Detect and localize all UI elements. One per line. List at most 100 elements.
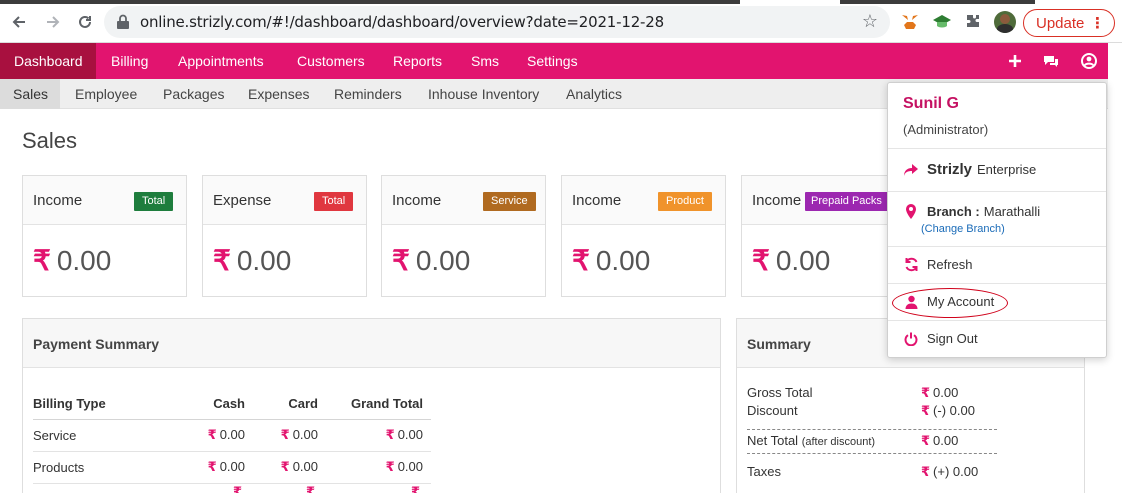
col-billing-type: Billing Type: [33, 389, 183, 420]
card-label: Income: [752, 192, 802, 209]
subnav-employee[interactable]: Employee: [75, 79, 137, 109]
subnav-packages[interactable]: Packages: [163, 79, 224, 109]
brand-edition: Enterprise: [977, 162, 1037, 177]
subnav-reminders[interactable]: Reminders: [334, 79, 402, 109]
share-arrow-icon: [903, 163, 919, 177]
cell-card: 0.00: [292, 459, 318, 474]
profile-avatar[interactable]: [994, 11, 1016, 33]
divider: [747, 429, 997, 430]
rupee-icon: ₹: [392, 245, 410, 276]
table-row: Service ₹0.00 ₹0.00 ₹0.00: [33, 419, 431, 452]
gross-total-label: Gross Total: [747, 385, 813, 400]
update-button[interactable]: Update ⋮: [1023, 9, 1115, 37]
rupee-icon: ₹: [921, 464, 931, 479]
user-info-section: Sunil G (Administrator): [888, 83, 1106, 149]
rupee-icon: ₹: [921, 403, 931, 418]
card-label: Income: [33, 192, 83, 209]
card-label: Income: [572, 192, 622, 209]
card-badge: Product: [658, 192, 712, 211]
card-income-prepaid-packs: Income Prepaid Packs ₹0.00: [741, 175, 906, 297]
address-bar[interactable]: online.strizly.com/#!/dashboard/dashboar…: [104, 6, 890, 38]
col-card: Card: [253, 389, 326, 420]
table-header-row: Billing Type Cash Card Grand Total: [33, 389, 431, 420]
rupee-icon: ₹: [207, 427, 217, 442]
metamask-extension-icon[interactable]: [900, 12, 920, 32]
cell-cash: 0.00: [219, 459, 245, 474]
refresh-label: Refresh: [927, 257, 973, 272]
card-income-service: Income Service ₹0.00: [381, 175, 546, 297]
rupee-icon: ₹: [305, 483, 315, 493]
card-value: 0.00: [595, 245, 651, 276]
forward-icon[interactable]: [42, 11, 64, 33]
nav-appointments[interactable]: Appointments: [178, 43, 264, 79]
payment-summary-panel: Payment Summary Billing Type Cash Card G…: [22, 318, 721, 493]
rupee-icon: ₹: [280, 459, 290, 474]
card-badge: Prepaid Packs: [805, 192, 888, 211]
rupee-icon: ₹: [232, 483, 242, 493]
more-vert-icon[interactable]: ⋮: [1090, 14, 1105, 32]
extension-graduation-icon[interactable]: [932, 12, 952, 32]
rupee-icon: ₹: [921, 433, 931, 448]
cell-cash: 0.00: [219, 427, 245, 442]
rupee-icon: ₹: [213, 245, 231, 276]
sign-out-item[interactable]: Sign Out: [888, 321, 1106, 358]
power-icon: [903, 332, 919, 346]
subnav-sales[interactable]: Sales: [0, 79, 60, 109]
main-nav: Dashboard Billing Appointments Customers…: [0, 43, 1108, 79]
chat-icon[interactable]: [1042, 52, 1060, 70]
branch-label: Branch :: [927, 204, 980, 219]
card-value: 0.00: [56, 245, 112, 276]
plus-icon[interactable]: [1006, 52, 1024, 70]
card-badge: Total: [314, 192, 354, 211]
card-badge: Total: [134, 192, 174, 211]
col-cash: Cash: [183, 389, 253, 420]
rupee-icon: ₹: [207, 459, 217, 474]
card-label: Expense: [213, 192, 272, 209]
rupee-icon: ₹: [385, 459, 395, 474]
nav-billing[interactable]: Billing: [111, 43, 148, 79]
cell-total: 0.00: [397, 459, 423, 474]
refresh-item[interactable]: Refresh: [888, 247, 1106, 284]
taxes-label: Taxes: [747, 464, 781, 479]
user-menu-dropdown: Sunil G (Administrator) Strizly Enterpri…: [887, 82, 1107, 358]
rupee-icon: ₹: [33, 245, 51, 276]
back-icon[interactable]: [8, 11, 30, 33]
card-value: 0.00: [415, 245, 471, 276]
branch-value: Marathalli: [983, 204, 1041, 219]
divider: [747, 453, 997, 454]
taxes-value: (+) 0.00: [933, 464, 979, 479]
table-row: ₹ ₹ ₹: [33, 483, 431, 493]
gross-total-value: 0.00: [933, 385, 959, 400]
user-circle-icon[interactable]: [1080, 52, 1098, 70]
reload-icon[interactable]: [74, 11, 96, 33]
subnav-expenses[interactable]: Expenses: [248, 79, 309, 109]
rupee-icon: ₹: [921, 385, 931, 400]
nav-settings[interactable]: Settings: [527, 43, 578, 79]
card-badge: Service: [483, 192, 536, 211]
table-row: Products ₹0.00 ₹0.00 ₹0.00: [33, 451, 431, 484]
rupee-icon: ₹: [752, 245, 770, 276]
net-total-note: (after discount): [801, 436, 876, 448]
cell-type: Products: [33, 451, 183, 484]
nav-dashboard[interactable]: Dashboard: [0, 43, 96, 79]
nav-customers[interactable]: Customers: [297, 43, 365, 79]
rupee-icon: ₹: [385, 427, 395, 442]
nav-sms[interactable]: Sms: [471, 43, 499, 79]
annotation-ring: [892, 288, 1008, 318]
browser-toolbar: online.strizly.com/#!/dashboard/dashboar…: [0, 0, 1122, 43]
subnav-inhouse-inventory[interactable]: Inhouse Inventory: [428, 79, 539, 109]
card-income-total: Income Total ₹0.00: [22, 175, 187, 297]
card-value: 0.00: [236, 245, 292, 276]
branch-section: Branch : Marathalli: [888, 192, 1106, 247]
bookmark-star-icon[interactable]: ☆: [862, 11, 878, 32]
page-title: Sales: [22, 128, 78, 153]
extensions-puzzle-icon[interactable]: [963, 12, 983, 32]
subnav-analytics[interactable]: Analytics: [566, 79, 622, 109]
brand-section: Strizly Enterprise: [888, 149, 1106, 192]
rupee-icon: ₹: [410, 483, 420, 493]
change-branch-link[interactable]: (Change Branch): [921, 223, 1005, 235]
nav-reports[interactable]: Reports: [393, 43, 442, 79]
discount-label: Discount: [747, 403, 798, 418]
card-expense-total: Expense Total ₹0.00: [202, 175, 367, 297]
cell-card: 0.00: [292, 427, 318, 442]
